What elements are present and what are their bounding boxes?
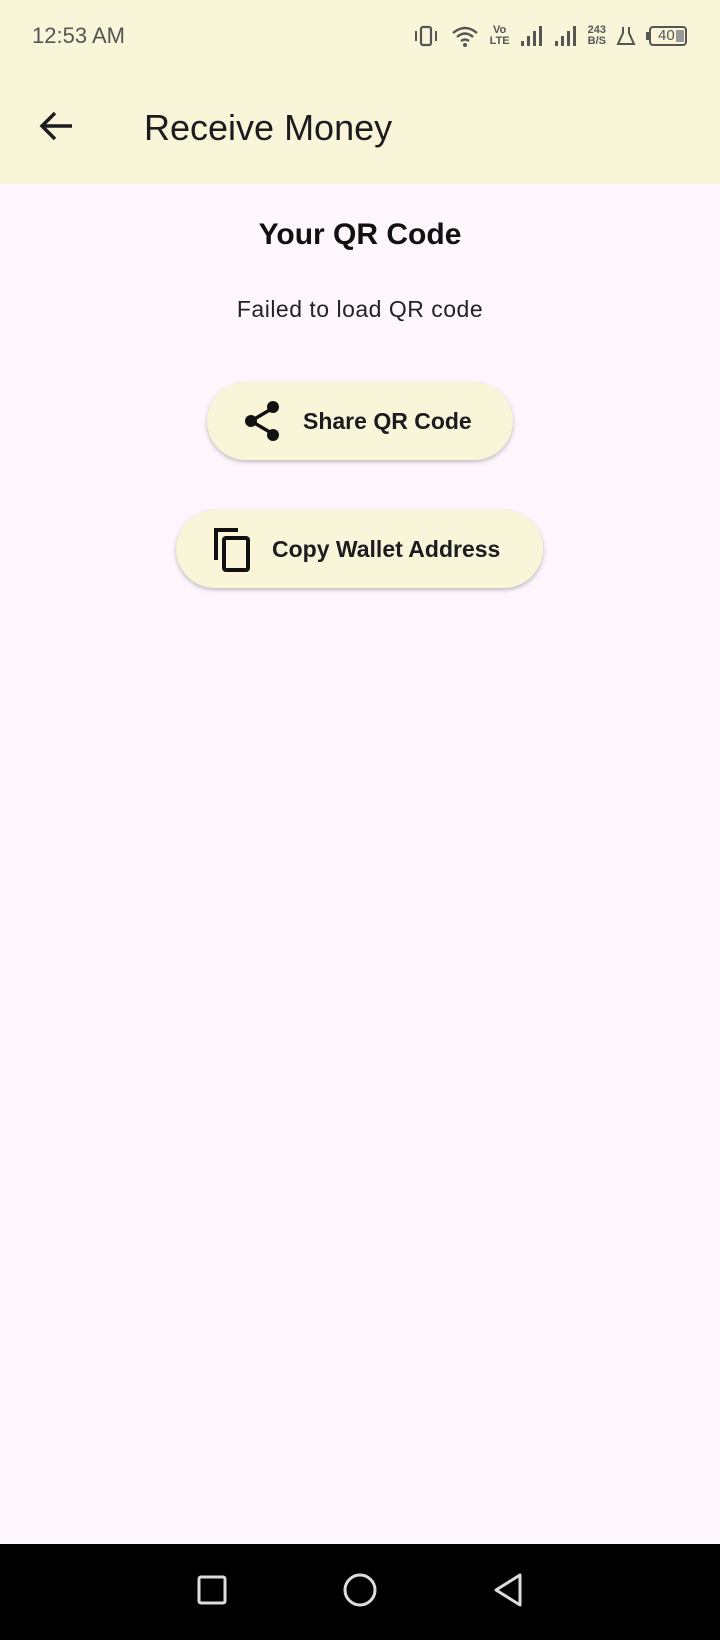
arrow-back-icon <box>38 110 74 147</box>
status-time: 12:53 AM <box>32 23 125 48</box>
back-button[interactable] <box>28 100 84 156</box>
qr-heading: Your QR Code <box>258 218 462 251</box>
share-icon <box>243 400 283 442</box>
vibrate-icon <box>412 24 440 48</box>
home-button[interactable] <box>340 1572 380 1612</box>
signal-icon-2 <box>554 25 578 47</box>
app-bar: Receive Money <box>0 72 720 184</box>
status-bar: 12:53 AM Vo LTE 243 B/S 40 <box>0 0 720 72</box>
signal-icon <box>520 25 544 47</box>
triangle-back-icon <box>492 1572 524 1613</box>
share-qr-label: Share QR Code <box>303 407 472 434</box>
qr-error-message: Failed to load QR code <box>236 296 484 322</box>
flask-icon <box>616 25 636 47</box>
recents-button[interactable] <box>192 1572 232 1612</box>
network-speed: 243 B/S <box>588 25 606 47</box>
copy-wallet-address-button[interactable]: Copy Wallet Address <box>176 510 543 588</box>
page-title: Receive Money <box>144 107 393 148</box>
wifi-icon <box>450 24 480 48</box>
copy-wallet-label: Copy Wallet Address <box>272 535 501 562</box>
battery-icon: 40 <box>646 25 688 47</box>
volte-label-bottom: LTE <box>489 35 510 47</box>
main-content: Your QR Code Failed to load QR code Shar… <box>0 184 720 1544</box>
network-speed-unit: B/S <box>587 35 606 47</box>
system-nav-bar <box>0 1544 720 1640</box>
status-icons: Vo LTE 243 B/S 40 <box>412 24 688 48</box>
circle-icon <box>342 1572 378 1613</box>
system-back-button[interactable] <box>488 1572 528 1612</box>
copy-icon <box>212 526 252 572</box>
volte-icon: Vo LTE <box>490 25 510 47</box>
square-icon <box>196 1574 228 1611</box>
battery-level: 40 <box>658 27 675 44</box>
share-qr-button[interactable]: Share QR Code <box>207 382 513 460</box>
